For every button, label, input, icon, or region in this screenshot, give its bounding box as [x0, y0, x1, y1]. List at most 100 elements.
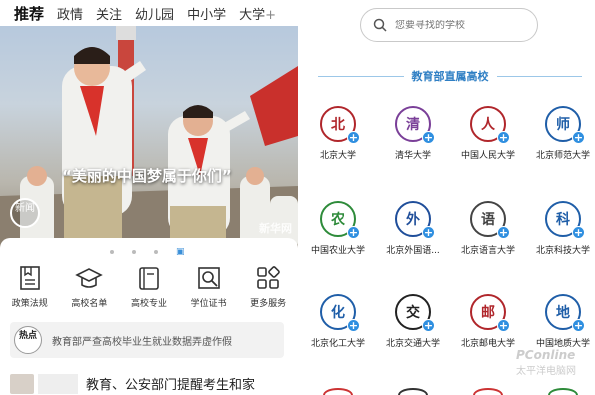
university-name: 北京邮电大学 — [460, 339, 515, 349]
screenshot-canvas: 推荐 政情 关注 幼儿园 中小学 大学+ “美丽的中国梦属于你们” 新闻 新华网… — [0, 0, 595, 395]
university-directory-panel: 教育部直属高校 北+ 北京大学 清+ 清华大学 人+ 中国人民大学 师+ 北京师范大学农+ 中国… — [298, 0, 595, 395]
university-name: 北京大学 — [319, 151, 356, 161]
school-search-box[interactable] — [360, 8, 538, 42]
news-item[interactable]: 教育、公安部门提醒考生和家 — [10, 374, 290, 395]
university-logo: 农 + — [320, 201, 360, 239]
news-badge-icon: 新闻 — [10, 198, 40, 228]
partial-logo — [473, 388, 503, 395]
university-name: 北京外国语... — [386, 246, 440, 256]
university-item[interactable]: 外 + 北京外国语... — [378, 201, 448, 256]
university-logo: 化 + — [320, 294, 360, 332]
graduation-cap-icon — [75, 268, 104, 288]
hero-caption: “美丽的中国梦属于你们” — [62, 167, 232, 185]
service-policy[interactable]: 政策法规 — [0, 264, 60, 309]
university-logo: 外 + — [395, 201, 435, 239]
hot-topic-icon: 热点 — [10, 322, 46, 358]
add-follow-icon[interactable]: + — [347, 319, 360, 332]
university-logo: 邮 + — [470, 294, 510, 332]
carousel-dot[interactable] — [132, 250, 136, 254]
add-follow-icon[interactable]: + — [347, 226, 360, 239]
top-channel-nav: 推荐 政情 关注 幼儿园 中小学 大学+ — [0, 0, 298, 26]
hot-topic-badge: 热点 — [14, 326, 42, 354]
hot-topic-bar[interactable]: 热点 教育部严查高校毕业生就业数据弄虚作假 — [10, 322, 284, 358]
university-item[interactable]: 语 + 北京语言大学 — [453, 201, 523, 256]
university-item[interactable]: 师 + 北京师范大学 — [528, 106, 595, 161]
university-item[interactable]: 清 + 清华大学 — [378, 106, 448, 161]
section-header: 教育部直属高校 — [318, 68, 582, 84]
university-logo: 清 + — [395, 106, 435, 144]
add-follow-icon[interactable]: + — [422, 226, 435, 239]
section-divider-left — [318, 75, 404, 77]
tab-follow[interactable]: 关注 — [96, 4, 122, 23]
university-name: 中国农业大学 — [310, 246, 365, 256]
content-sheet: ▣ 政策法规 高校名单 高校专业 学位证书 更多服务 热点 教育部严查高校毕业生… — [0, 238, 298, 395]
tab-politics[interactable]: 政情 — [57, 4, 83, 23]
university-name: 北京语言大学 — [460, 246, 515, 256]
university-item[interactable]: 邮 + 北京邮电大学 — [453, 294, 523, 349]
service-more[interactable]: 更多服务 — [238, 264, 298, 309]
add-follow-icon[interactable]: + — [497, 226, 510, 239]
hero-banner[interactable]: “美丽的中国梦属于你们” 新闻 新华网 — [0, 26, 298, 250]
tab-recommend[interactable]: 推荐 — [14, 3, 44, 24]
university-logo: 地 + — [545, 294, 585, 332]
tab-k12[interactable]: 中小学 — [187, 4, 226, 23]
service-majors[interactable]: 高校专业 — [119, 264, 179, 309]
policy-icon — [19, 266, 40, 290]
add-follow-icon[interactable]: + — [347, 131, 360, 144]
search-input[interactable] — [395, 19, 525, 31]
news-title: 教育、公安部门提醒考生和家 — [86, 378, 256, 393]
university-name: 北京科技大学 — [535, 246, 590, 256]
service-university-list-label: 高校名单 — [71, 299, 108, 309]
certificate-search-icon — [197, 267, 220, 289]
add-follow-icon[interactable]: + — [422, 319, 435, 332]
partial-logo — [548, 388, 578, 395]
service-degree-cert-label: 学位证书 — [190, 299, 227, 309]
carousel-indicator: ▣ — [110, 248, 186, 257]
university-logo: 交 + — [395, 294, 435, 332]
university-item[interactable]: 北 + 北京大学 — [303, 106, 373, 161]
carousel-dot[interactable] — [110, 250, 114, 254]
service-degree-cert[interactable]: 学位证书 — [179, 264, 239, 309]
tab-kindergarten[interactable]: 幼儿园 — [135, 4, 174, 23]
add-follow-icon[interactable]: + — [572, 131, 585, 144]
university-logo: 北 + — [320, 106, 360, 144]
pconline-watermark: PConline 太平洋电脑网 — [516, 348, 576, 377]
university-item[interactable]: 地 + 中国地质大学 — [528, 294, 595, 349]
university-item[interactable]: 人 + 中国人民大学 — [453, 106, 523, 161]
university-logo: 人 + — [470, 106, 510, 144]
university-item[interactable]: 化 + 北京化工大学 — [303, 294, 373, 349]
grid-more-icon — [257, 266, 281, 289]
add-follow-icon[interactable]: + — [572, 319, 585, 332]
watermark-brand: PConline — [516, 348, 576, 362]
hot-topic-text: 教育部严查高校毕业生就业数据弄虚作假 — [52, 336, 232, 348]
watermark-sub: 太平洋电脑网 — [516, 366, 576, 377]
partial-logo — [398, 388, 428, 395]
tab-university[interactable]: 大学+ — [239, 4, 276, 23]
add-follow-icon[interactable]: + — [572, 226, 585, 239]
add-channel-icon[interactable]: + — [265, 8, 276, 23]
partial-logo — [323, 388, 353, 395]
university-name: 北京交通大学 — [385, 339, 440, 349]
university-item[interactable]: 交 + 北京交通大学 — [378, 294, 448, 349]
news-thumbnail-secondary — [38, 374, 78, 394]
search-icon — [373, 18, 387, 32]
add-follow-icon[interactable]: + — [497, 131, 510, 144]
university-logo: 师 + — [545, 106, 585, 144]
university-name: 清华大学 — [394, 151, 431, 161]
university-name: 中国人民大学 — [460, 151, 515, 161]
university-name: 北京化工大学 — [310, 339, 365, 349]
university-logo: 科 + — [545, 201, 585, 239]
section-title: 教育部直属高校 — [411, 70, 489, 83]
add-follow-icon[interactable]: + — [422, 131, 435, 144]
news-thumbnail — [10, 374, 34, 394]
university-item[interactable]: 科 + 北京科技大学 — [528, 201, 595, 256]
book-icon — [139, 267, 159, 290]
add-follow-icon[interactable]: + — [497, 319, 510, 332]
carousel-video-icon[interactable]: ▣ — [176, 248, 186, 257]
service-university-list[interactable]: 高校名单 — [60, 264, 120, 309]
carousel-dot[interactable] — [154, 250, 158, 254]
hero-photo — [0, 26, 298, 250]
service-more-label: 更多服务 — [250, 299, 287, 309]
university-item[interactable]: 农 + 中国农业大学 — [303, 201, 373, 256]
section-divider-right — [496, 75, 582, 77]
